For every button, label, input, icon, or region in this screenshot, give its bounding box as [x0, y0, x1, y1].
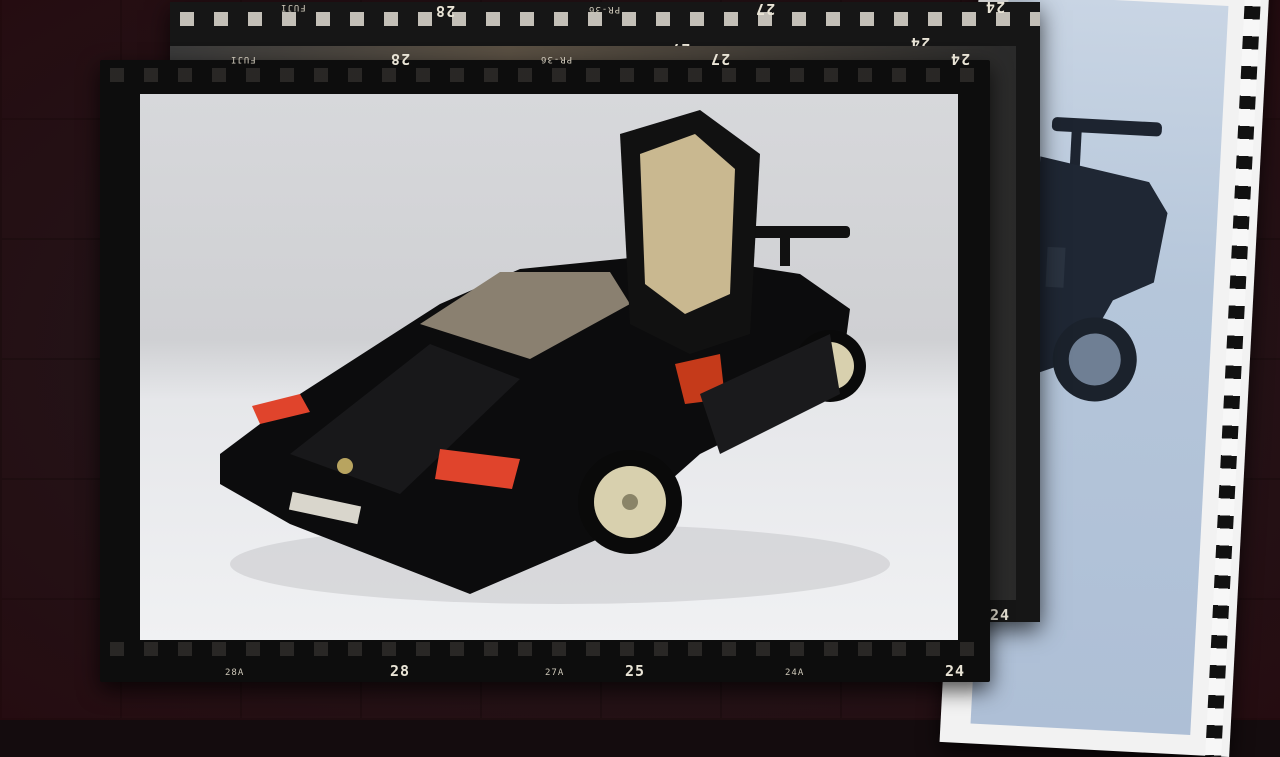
edge-brand-back: FUJI [280, 2, 306, 12]
perforations-main-bottom [100, 642, 990, 656]
edge-num-main-b: 27 [710, 50, 731, 68]
edge-main-bottom-e: 24A [785, 668, 805, 678]
edge-main-bottom-b: 28 [390, 662, 411, 680]
car-illustration [220, 110, 890, 604]
perforations-mid-top [170, 12, 1040, 26]
edge-code-back: PR-36 [588, 4, 621, 14]
edge-main-bottom-d: 25 [625, 662, 646, 680]
edge-main-bottom-c: 27A [545, 668, 565, 678]
edge-main-bottom-a: 28A [225, 668, 245, 678]
edge-main-bottom-f: 24 [945, 662, 966, 680]
edge-num-back-b: 27 [755, 0, 776, 18]
edge-num-main-a: 28 [390, 50, 411, 68]
edge-brand-main: FUJI [230, 54, 256, 64]
edge-num-back-c: 24 [985, 0, 1006, 16]
edge-code-main: PR-36 [540, 54, 573, 64]
perforations-main-top [100, 68, 990, 82]
edge-num-back-a: 28 [435, 2, 456, 20]
edge-num-main-c: 24 [950, 50, 971, 68]
edge-num-mid-bottom: 24 [990, 606, 1011, 624]
film-frame-main: FUJI 28 PR-36 27 24 28A 28 27A 25 24A 24 [100, 50, 990, 682]
photo-car-main [140, 94, 958, 640]
